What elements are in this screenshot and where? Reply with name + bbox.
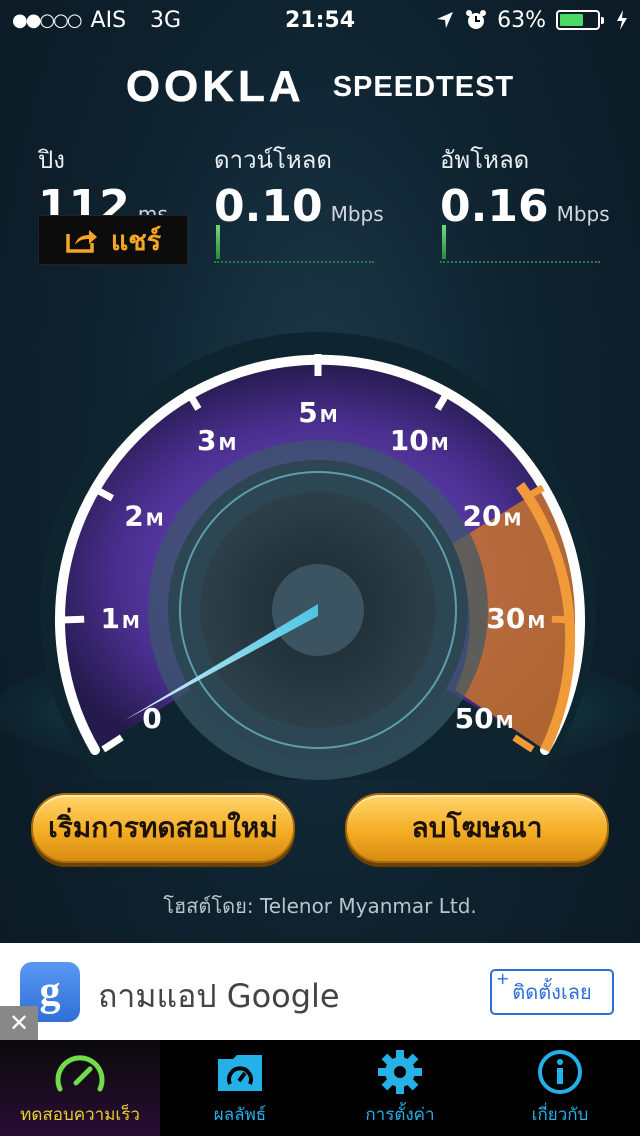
battery-icon [556, 10, 604, 30]
upload-graph [440, 221, 600, 263]
tab-speedtest[interactable]: ทดสอบความเร็ว [0, 1040, 160, 1136]
share-icon [66, 230, 97, 253]
download-metric: ดาวน์โหลด 0.10 Mbps [214, 140, 384, 232]
speedtest-title: SPEEDTEST [332, 70, 515, 103]
location-icon [437, 12, 454, 28]
ad-close-button[interactable]: ✕ [0, 1006, 38, 1040]
upload-metric: อัพโหลด 0.16 Mbps [440, 140, 610, 232]
tab-bar: ทดสอบความเร็ว ผลลัพธ์ การตั้งค่า เกี่ยวก… [0, 1040, 640, 1136]
ad-install-label: ติดตั้งเลย [512, 980, 592, 1004]
tab-results[interactable]: ผลลัพธ์ [160, 1040, 320, 1136]
signal-strength: ●●○○○ [12, 9, 83, 31]
tab-speedtest-label: ทดสอบความเร็ว [20, 1105, 140, 1125]
tab-settings[interactable]: การตั้งค่า [320, 1040, 480, 1136]
battery-percent: 63% [497, 7, 546, 33]
ad-install-button[interactable]: + ติดตั้งเลย [490, 969, 614, 1015]
carrier-name: AIS [90, 7, 127, 33]
tab-about[interactable]: เกี่ยวกับ [480, 1040, 640, 1136]
remove-ads-button[interactable]: ลบโฆษณา [345, 793, 609, 863]
ad-title: ถามแอป Google [98, 977, 340, 1015]
status-bar: ●●○○○ AIS 3G 21:54 63% [0, 0, 640, 40]
ookla-logo: OOKLA [125, 62, 305, 112]
tab-about-label: เกี่ยวกับ [531, 1105, 589, 1125]
info-icon [538, 1050, 582, 1094]
download-graph-spike [216, 225, 220, 259]
brand-header: OOKLA SPEEDTEST [0, 62, 640, 112]
alarm-icon [466, 10, 487, 29]
charging-icon [617, 10, 627, 30]
speed-gauge: 01 M2 M3 M5 M10 M20 M30 M50 M [0, 332, 640, 780]
download-graph [214, 221, 374, 263]
ping-label: ปิง [38, 146, 65, 174]
share-label: แชร์ [110, 225, 162, 257]
tab-results-label: ผลลัพธ์ [213, 1105, 267, 1125]
upload-graph-spike [442, 225, 446, 259]
results-folder-icon [218, 1055, 262, 1091]
speedometer-icon [55, 1055, 105, 1092]
restart-test-button[interactable]: เริ่มการทดสอบใหม่ [31, 793, 295, 863]
ad-banner[interactable]: g ถามแอป Google + ติดตั้งเลย [0, 943, 640, 1040]
gauge-tick-1 [62, 615, 85, 624]
upload-label: อัพโหลด [440, 146, 530, 174]
gear-icon [378, 1050, 422, 1094]
share-button[interactable]: แชร์ [38, 215, 188, 265]
ad-install-plus: + [496, 969, 510, 988]
gauge-tick-7 [551, 615, 574, 624]
tab-settings-label: การตั้งค่า [365, 1105, 435, 1125]
download-label: ดาวน์โหลด [214, 146, 332, 174]
network-type: 3G [150, 7, 182, 33]
host-info: โฮสต์โดย: Telenor Myanmar Ltd. [163, 894, 477, 918]
gauge-label-0: 0 [142, 702, 161, 735]
